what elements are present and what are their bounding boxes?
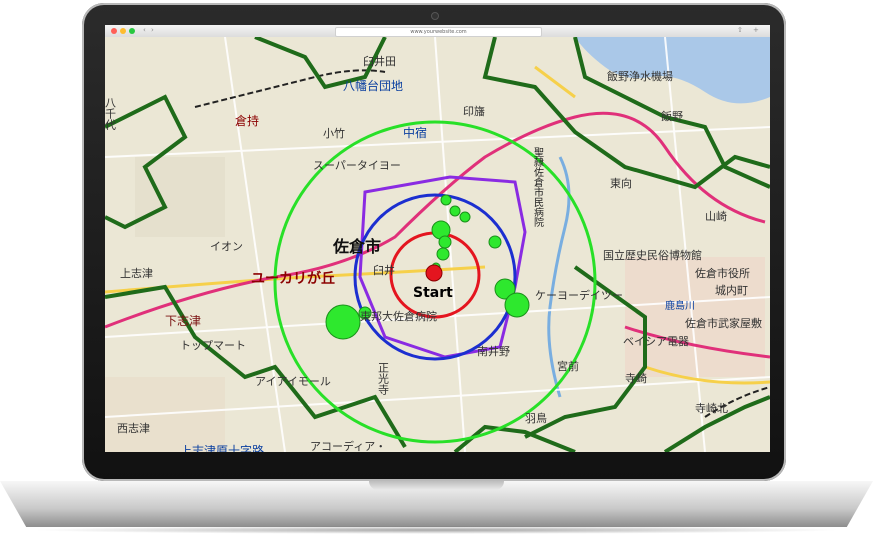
place-label: 聖隷佐倉市民病院 <box>532 147 544 228</box>
place-label: 国立歴史民俗博物館 <box>603 248 702 262</box>
place-label: 佐倉市武家屋敷 <box>685 316 762 330</box>
place-label: 東邦大佐倉病院 <box>360 309 437 323</box>
place-label: ケーヨーデイツー <box>535 288 623 302</box>
place-label: 上志津 <box>120 267 153 280</box>
camera-icon <box>431 12 439 20</box>
place-label: 上志津原十字路 <box>180 443 264 452</box>
place-label: トップマート <box>180 339 246 352</box>
place-label: 倉持 <box>235 113 259 128</box>
place-label: 城内町 <box>715 283 748 297</box>
laptop-screen: ‹ › www.yourwebsite.com ⇧ + Start 臼井田 八幡… <box>105 25 770 452</box>
place-label: アコーディア・ <box>310 439 386 452</box>
close-window-button[interactable] <box>111 28 117 34</box>
place-label: 小竹 <box>323 126 345 140</box>
maximize-window-button[interactable] <box>129 28 135 34</box>
forward-arrow-icon[interactable]: › <box>151 26 154 34</box>
place-label: 寺崎 <box>625 371 647 385</box>
place-label: 飯野浄水機場 <box>607 69 673 83</box>
laptop-frame: ‹ › www.yourwebsite.com ⇧ + Start 臼井田 八幡… <box>0 0 873 537</box>
place-label: 東向 <box>610 176 632 190</box>
place-label: 臼井田 <box>363 54 396 68</box>
route-map[interactable]: Start 臼井田 八幡台団地 印旛 飯野浄水機場 飯野 東向 下志津 佐倉市 … <box>105 37 770 452</box>
place-label: 正光寺 <box>377 362 390 395</box>
place-label: 鹿島川 <box>665 299 695 312</box>
place-label: 中宿 <box>403 125 427 140</box>
place-label: 西志津 <box>117 422 150 435</box>
place-label: アイアイモール <box>255 375 331 388</box>
place-label: イオン <box>210 240 243 253</box>
share-icon[interactable]: ⇧ <box>737 26 743 34</box>
start-label: Start <box>413 285 453 301</box>
place-label: 山崎 <box>705 209 727 223</box>
place-label: ベイシア電器 <box>623 335 689 348</box>
address-bar[interactable]: www.yourwebsite.com <box>335 27 542 37</box>
place-label: 寺崎北 <box>695 401 728 415</box>
place-label: 宮前 <box>557 359 579 373</box>
place-label: 羽鳥 <box>525 411 547 425</box>
place-label: 八千代 <box>105 97 117 131</box>
back-arrow-icon[interactable]: ‹ <box>143 26 146 34</box>
laptop-shadow <box>30 526 843 534</box>
place-label: スーパータイヨー <box>313 159 401 172</box>
place-label: 佐倉市役所 <box>695 266 750 280</box>
place-label: ユーカリが丘 <box>251 270 335 287</box>
place-label: 佐倉市 <box>332 237 381 256</box>
place-label: 臼井 <box>373 263 395 277</box>
place-label: 印旛 <box>463 104 485 118</box>
minimize-window-button[interactable] <box>120 28 126 34</box>
start-marker[interactable] <box>425 264 443 282</box>
place-label: 八幡台団地 <box>343 78 403 93</box>
place-label: 南井野 <box>477 344 510 358</box>
place-label: 下志津 <box>165 314 201 328</box>
trackpad-notch <box>369 481 504 490</box>
new-tab-icon[interactable]: + <box>753 26 759 34</box>
place-label: 飯野 <box>661 109 683 123</box>
